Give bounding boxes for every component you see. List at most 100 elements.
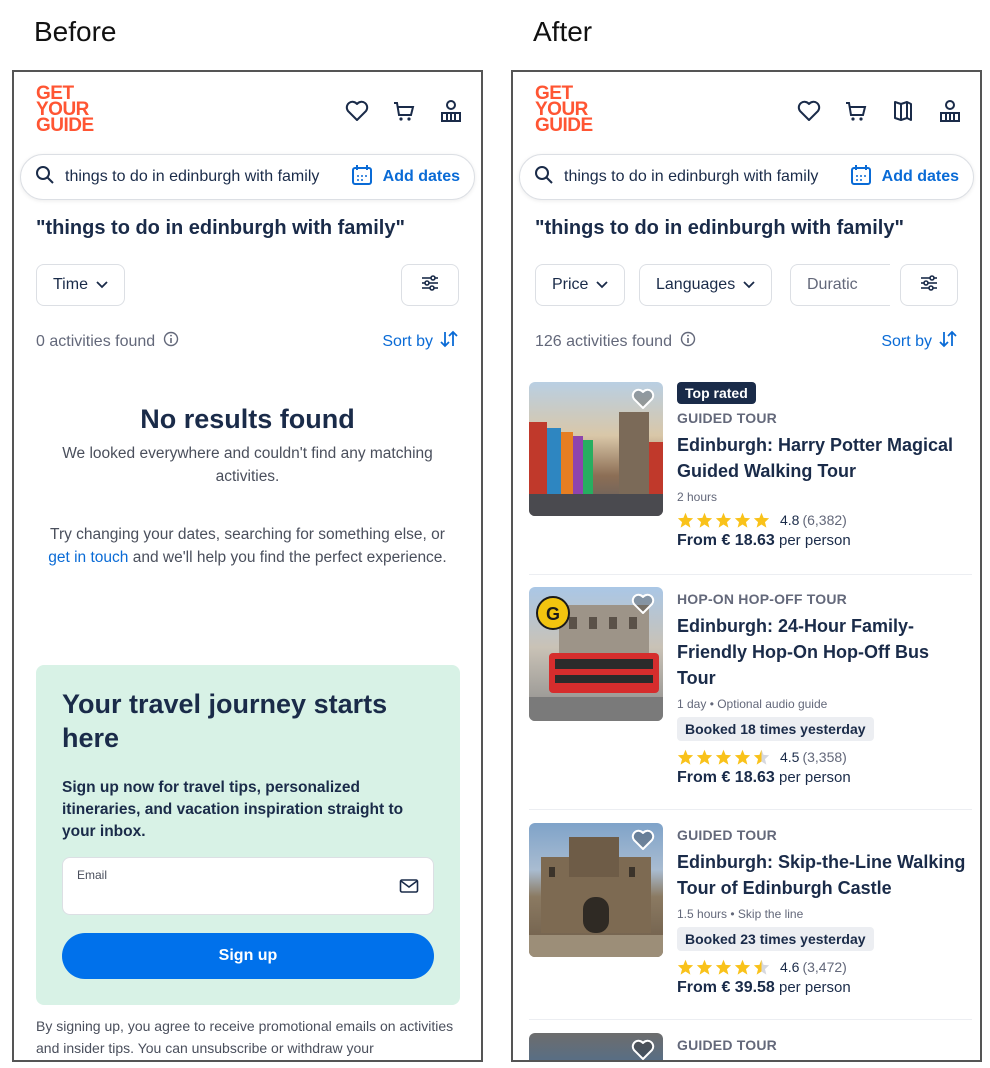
price-unit: per person	[779, 532, 851, 549]
rating-value: 4.6	[780, 959, 800, 975]
signup-heading: Your travel journey starts here	[62, 689, 388, 753]
profile-icon[interactable]	[937, 98, 962, 123]
no-results-text: We looked everywhere and couldn't find a…	[62, 445, 433, 485]
header-icons	[344, 98, 463, 123]
rating-value: 4.5	[780, 749, 800, 765]
filters-button[interactable]	[401, 264, 459, 306]
signup-button[interactable]: Sign up	[62, 933, 434, 979]
page-title: "things to do in edinburgh with family"	[535, 217, 904, 239]
calendar-icon	[351, 164, 373, 191]
search-icon	[35, 165, 55, 190]
star-rating-icon	[677, 512, 772, 528]
search-bar[interactable]: things to do in edinburgh with family Ad…	[20, 154, 475, 200]
result-rating: 4.5 (3,358)	[677, 749, 972, 765]
chevron-down-icon	[96, 276, 108, 294]
price-unit: per person	[779, 769, 851, 786]
price-unit: per person	[779, 979, 851, 996]
sort-button[interactable]: Sort by	[881, 330, 958, 353]
result-price: From € 39.58 per person	[677, 979, 972, 997]
add-dates-button[interactable]: Add dates	[850, 164, 959, 191]
results-count: 0 activities found	[36, 332, 156, 350]
star-rating-icon	[677, 959, 772, 975]
result-meta: 2 hours	[677, 490, 718, 504]
filter-chip-duration[interactable]: Duratic	[790, 264, 890, 306]
result-price: From € 18.63 per person	[677, 769, 972, 787]
list-item[interactable]: GUIDED TOUR	[529, 1033, 972, 1060]
info-icon[interactable]	[680, 331, 696, 352]
filter-chip-price[interactable]: Price	[535, 264, 626, 306]
header-icons	[796, 98, 962, 123]
email-label: Email	[77, 868, 108, 882]
get-in-touch-link[interactable]: get in touch	[48, 549, 128, 566]
before-caption: Before	[34, 16, 117, 47]
result-title[interactable]: Edinburgh: Harry Potter Magical Guided W…	[677, 432, 972, 484]
after-screen: GET YOUR GUIDE things to do in edinburgh…	[511, 70, 982, 1062]
email-field[interactable]: Email	[62, 857, 434, 915]
result-category: HOP-ON HOP-OFF TOUR	[677, 591, 847, 607]
logo-line: GUIDE	[535, 115, 593, 136]
result-rating: 4.8 (6,382)	[677, 512, 972, 528]
chevron-down-icon	[743, 276, 755, 294]
result-price: From € 18.63 per person	[677, 532, 972, 550]
heart-icon[interactable]	[796, 98, 821, 123]
newsletter-signup: Your travel journey starts here Sign up …	[36, 665, 460, 1005]
result-meta: 1.5 hours • Skip the line	[677, 907, 804, 921]
after-caption: After	[533, 16, 593, 47]
profile-icon[interactable]	[438, 98, 463, 123]
rating-value: 4.8	[780, 512, 800, 528]
svg-text:G: G	[546, 604, 560, 624]
cart-icon[interactable]	[391, 98, 416, 123]
result-category: GUIDED TOUR	[677, 410, 777, 426]
list-item[interactable]: Top rated GUIDED TOUR Edinburgh: Harry P…	[529, 382, 972, 575]
results-count-row: 0 activities found Sort by	[36, 330, 459, 353]
star-rating-icon	[677, 749, 772, 765]
add-dates-button[interactable]: Add dates	[351, 164, 460, 191]
price-value: From € 18.63	[677, 532, 775, 549]
booked-badge: Booked 18 times yesterday	[677, 717, 874, 741]
result-info: Top rated GUIDED TOUR Edinburgh: Harry P…	[677, 382, 972, 550]
filter-chip-time[interactable]: Time	[36, 264, 125, 306]
review-count: (3,358)	[802, 749, 847, 765]
heart-icon[interactable]	[344, 98, 369, 123]
filter-chip-label: Time	[53, 276, 88, 293]
try-text-start: Try changing your dates, searching for s…	[50, 526, 445, 543]
brand-logo[interactable]: GET YOUR GUIDE	[36, 84, 94, 135]
results-count-row: 126 activities found Sort by	[535, 330, 958, 353]
add-dates-label: Add dates	[382, 168, 460, 185]
no-results-title: No results found	[140, 404, 355, 434]
sliders-icon	[421, 274, 439, 296]
result-category: GUIDED TOUR	[677, 1037, 777, 1053]
review-count: (6,382)	[802, 512, 847, 528]
sort-button[interactable]: Sort by	[382, 330, 459, 353]
info-icon[interactable]	[163, 331, 179, 352]
page-title: "things to do in edinburgh with family"	[36, 217, 405, 239]
filter-chip-languages[interactable]: Languages	[639, 264, 773, 306]
brand-logo[interactable]: GET YOUR GUIDE	[535, 84, 593, 136]
cart-icon[interactable]	[843, 98, 868, 123]
filter-chip-label: Price	[552, 276, 589, 293]
result-title[interactable]: Edinburgh: Skip-the-Line Walking Tour of…	[677, 849, 972, 901]
result-info: GUIDED TOUR Edinburgh: Skip-the-Line Wal…	[677, 827, 972, 997]
price-value: From € 39.58	[677, 979, 775, 996]
result-title[interactable]: Edinburgh: 24-Hour Family-Friendly Hop-O…	[677, 613, 972, 691]
search-input[interactable]: things to do in edinburgh with family	[65, 168, 351, 186]
results-count: 126 activities found	[535, 332, 672, 350]
chevron-down-icon	[596, 276, 609, 294]
result-category: GUIDED TOUR	[677, 827, 777, 843]
sort-label: Sort by	[881, 332, 932, 350]
sliders-icon	[920, 274, 938, 296]
list-item[interactable]: GUIDED TOUR Edinburgh: Skip-the-Line Wal…	[529, 823, 972, 1020]
search-input[interactable]: things to do in edinburgh with family	[564, 168, 850, 186]
list-item[interactable]: G HOP-ON HOP-OFF TOUR Edinburgh: 24-Hour…	[529, 587, 972, 810]
calendar-icon	[850, 164, 872, 191]
mail-icon	[399, 878, 419, 899]
filters-button[interactable]	[900, 264, 958, 306]
search-bar[interactable]: things to do in edinburgh with family Ad…	[519, 154, 974, 200]
result-rating: 4.6 (3,472)	[677, 959, 972, 975]
result-meta: 1 day • Optional audio guide	[677, 697, 828, 711]
filter-chip-label: Duratic	[807, 276, 858, 293]
top-rated-badge: Top rated	[677, 382, 756, 404]
before-screen: GET YOUR GUIDE things to do in edinburgh…	[12, 70, 483, 1062]
sort-icon	[439, 330, 459, 353]
map-icon[interactable]	[890, 98, 915, 123]
